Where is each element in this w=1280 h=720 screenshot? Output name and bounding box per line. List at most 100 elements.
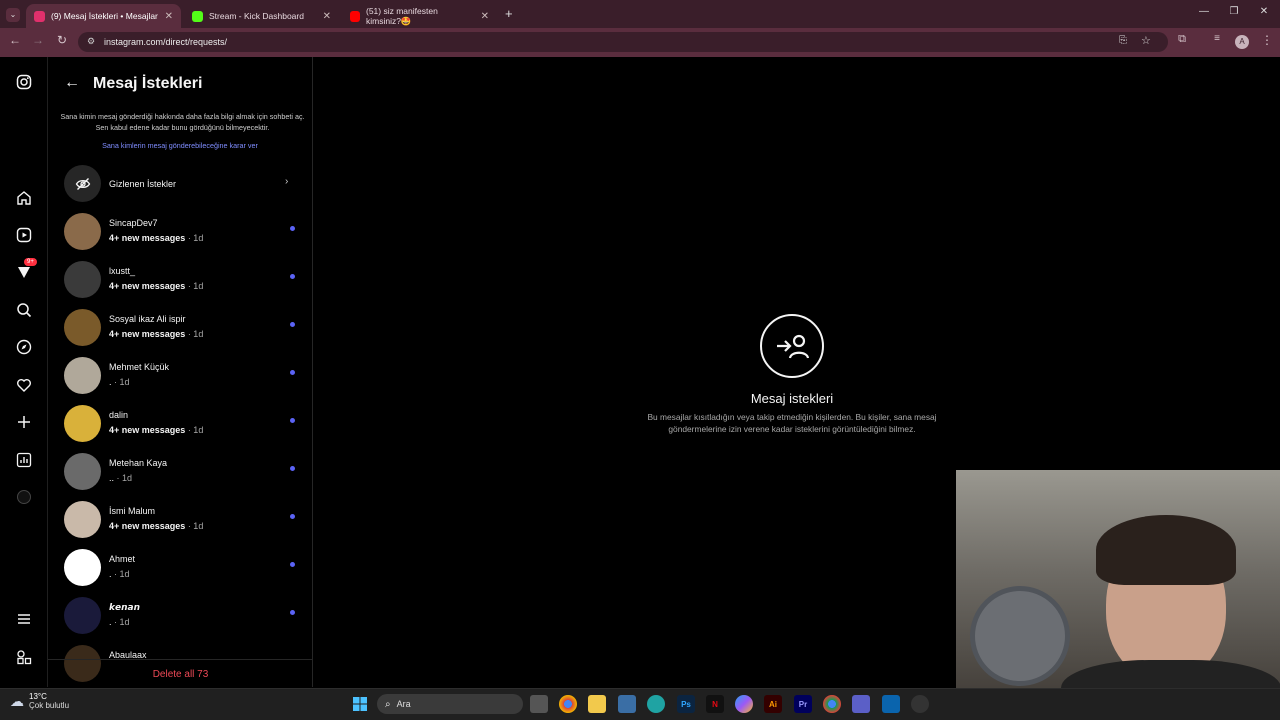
unread-dot	[290, 370, 295, 375]
youtube-favicon-icon	[350, 10, 360, 22]
profile-avatar[interactable]: A	[1235, 35, 1249, 49]
unread-dot	[290, 226, 295, 231]
edge-icon[interactable]	[647, 695, 665, 713]
install-icon[interactable]: ⎘	[1119, 35, 1127, 46]
unread-dot	[290, 514, 295, 519]
photoshop-icon[interactable]: Ps	[677, 695, 695, 713]
avatar	[64, 309, 101, 346]
chrome-active-icon[interactable]	[823, 695, 841, 713]
teams-icon[interactable]	[852, 695, 870, 713]
premiere-icon[interactable]: Pr	[794, 695, 812, 713]
request-row[interactable]: Ahmet . · 1d	[62, 545, 302, 589]
weather-desc: Çok bulutlu	[29, 701, 70, 710]
task-view-icon[interactable]	[530, 695, 548, 713]
request-row[interactable]: SincapDev7 4+ new messages · 1d	[62, 209, 302, 253]
request-time: · 1d	[111, 569, 130, 579]
kick-favicon-icon	[192, 10, 203, 22]
taskbar-search[interactable]: ⌕ Ara	[377, 694, 523, 714]
profile-avatar-icon[interactable]	[14, 487, 34, 507]
obs-icon[interactable]	[911, 695, 929, 713]
request-time: · 1d	[111, 377, 130, 387]
unread-dot	[290, 562, 295, 567]
request-preview-text: 4+ new messages	[109, 521, 186, 531]
request-preview: . · 1d	[109, 377, 130, 387]
request-time: · 1d	[185, 329, 204, 339]
request-username: 𝙠𝙚𝙣𝙖𝙣	[109, 602, 140, 612]
search-icon[interactable]	[14, 300, 34, 320]
back-arrow-icon[interactable]: ←	[64, 74, 80, 92]
media-control-icon[interactable]: ≡	[1209, 33, 1225, 44]
close-window-icon[interactable]: ✕	[1257, 6, 1271, 17]
unread-dot	[290, 466, 295, 471]
decide-who-can-message-link[interactable]: Sana kimlerin mesaj gönderebileceğine ka…	[60, 141, 300, 150]
instagram-favicon-icon	[34, 10, 45, 22]
request-row[interactable]: lxustt_ 4+ new messages · 1d	[62, 257, 302, 301]
file-explorer-icon[interactable]	[588, 695, 606, 713]
close-tab-icon[interactable]: ✕	[323, 11, 331, 22]
forward-icon[interactable]: →	[30, 33, 46, 47]
explore-icon[interactable]	[14, 337, 34, 357]
request-row[interactable]: 𝙠𝙚𝙣𝙖𝙣 . · 1d	[62, 593, 302, 637]
request-time: · 1d	[185, 233, 204, 243]
request-row[interactable]: dalin 4+ new messages · 1d	[62, 401, 302, 445]
request-username: Ahmet	[109, 554, 136, 564]
request-username: dalin	[109, 410, 129, 420]
tab-kick[interactable]: Stream - Kick Dashboard ✕	[184, 4, 339, 28]
request-preview: 4+ new messages · 1d	[109, 425, 203, 435]
avatar	[64, 501, 101, 538]
streamer-hair	[1096, 515, 1236, 585]
more-menu-icon[interactable]	[14, 609, 34, 629]
reels-icon[interactable]	[14, 225, 34, 245]
home-icon[interactable]	[14, 188, 34, 208]
tab-instagram[interactable]: (9) Mesaj İstekleri • Mesajlar ✕	[26, 4, 181, 28]
new-tab-button[interactable]: +	[505, 6, 513, 21]
tab-youtube[interactable]: (51) siz manifesten kimsiniz?🤩 ✕	[342, 4, 497, 28]
messages-icon[interactable]: 9+	[14, 258, 37, 282]
close-tab-icon[interactable]: ✕	[481, 11, 489, 22]
delete-all-button[interactable]: Delete all 73	[48, 659, 313, 687]
address-bar[interactable]: ⚙ instagram.com/direct/requests/ ⎘ ☆	[78, 32, 1168, 52]
request-time: · 1d	[185, 281, 204, 291]
minimize-icon[interactable]: —	[1197, 6, 1211, 17]
chrome-icon[interactable]	[559, 695, 577, 713]
unread-dot	[290, 322, 295, 327]
hidden-requests-row[interactable]: Gizlenen İstekler ›	[62, 161, 302, 205]
netflix-icon[interactable]: N	[706, 695, 724, 713]
request-preview-text: 4+ new messages	[109, 425, 186, 435]
notifications-heart-icon[interactable]	[14, 375, 34, 395]
hidden-requests-label: Gizlenen İstekler	[109, 179, 177, 189]
copilot-icon[interactable]	[735, 695, 753, 713]
illustrator-icon[interactable]: Ai	[764, 695, 782, 713]
request-preview-text: 4+ new messages	[109, 281, 186, 291]
url-text: instagram.com/direct/requests/	[104, 37, 228, 47]
reload-icon[interactable]: ↻	[54, 33, 70, 47]
webcam-overlay	[956, 470, 1280, 720]
request-row[interactable]: Metehan Kaya .. · 1d	[62, 449, 302, 493]
bookmark-star-icon[interactable]: ☆	[1141, 34, 1151, 47]
request-row[interactable]: Mehmet Küçük . · 1d	[62, 353, 302, 397]
browser-menu-icon[interactable]: ⋮	[1259, 33, 1275, 47]
site-info-icon[interactable]: ⚙	[87, 36, 95, 47]
chevron-right-icon: ›	[285, 176, 289, 187]
outlook-icon[interactable]	[882, 695, 900, 713]
tab-title: (51) siz manifesten kimsiniz?🤩	[365, 5, 438, 26]
weather-widget[interactable]: ☁ 13°C Çok bulutlu	[10, 692, 69, 710]
create-plus-icon[interactable]	[14, 412, 34, 432]
request-row[interactable]: Sosyal ikaz Ali ispir 4+ new messages · 1…	[62, 305, 302, 349]
request-row[interactable]: İsmi Malum 4+ new messages · 1d	[62, 497, 302, 541]
tab-search-button[interactable]: ⌄	[6, 8, 20, 22]
dashboard-icon[interactable]	[14, 450, 34, 470]
instagram-logo-icon[interactable]	[14, 72, 34, 92]
also-from-meta-icon[interactable]	[14, 647, 34, 667]
tab-title: (9) Mesaj İstekleri • Mesajlar	[51, 11, 158, 21]
store-icon[interactable]	[618, 695, 636, 713]
back-icon[interactable]: ←	[7, 33, 23, 47]
maximize-icon[interactable]: ❐	[1227, 6, 1241, 17]
avatar	[64, 549, 101, 586]
close-tab-icon[interactable]: ✕	[165, 11, 173, 22]
unread-dot	[290, 274, 295, 279]
unread-dot	[290, 610, 295, 615]
start-windows-icon[interactable]	[351, 695, 369, 713]
request-username: lxustt_	[109, 266, 136, 276]
extensions-icon[interactable]: ⧉	[1174, 33, 1190, 46]
